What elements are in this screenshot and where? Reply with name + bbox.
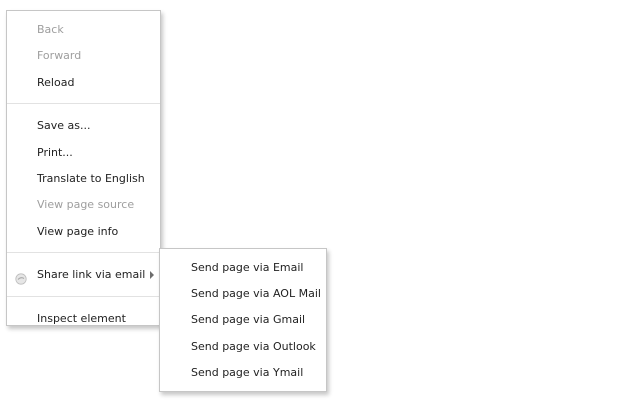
submenu-item-gmail[interactable]: Send page via Gmail (160, 307, 326, 333)
menu-separator (7, 252, 160, 254)
screen: Back Forward Reload Save as... Print... … (0, 0, 640, 400)
share-email-icon (15, 269, 27, 285)
menu-item-reload[interactable]: Reload (7, 70, 160, 96)
menu-item-translate[interactable]: Translate to English (7, 166, 160, 192)
menu-item-view-page-source[interactable]: View page source (7, 192, 160, 218)
menu-item-share-link-via-email[interactable]: Share link via email (7, 262, 160, 288)
menu-group-navigation: Back Forward Reload (7, 11, 160, 100)
menu-group-share: Share link via email (7, 256, 160, 292)
context-menu: Back Forward Reload Save as... Print... … (6, 10, 161, 326)
menu-item-forward[interactable]: Forward (7, 43, 160, 69)
share-submenu: Send page via Email Send page via AOL Ma… (159, 248, 327, 392)
submenu-arrow-icon (150, 271, 154, 280)
submenu-item-email[interactable]: Send page via Email (160, 255, 326, 281)
menu-item-back[interactable]: Back (7, 17, 160, 43)
menu-item-save-as[interactable]: Save as... (7, 113, 160, 139)
menu-separator (7, 103, 160, 105)
menu-item-inspect-element[interactable]: Inspect element (7, 306, 160, 332)
menu-group-developer: Inspect element (7, 300, 160, 336)
submenu-item-outlook[interactable]: Send page via Outlook (160, 334, 326, 360)
menu-separator (7, 295, 160, 297)
submenu-item-aol-mail[interactable]: Send page via AOL Mail (160, 281, 326, 307)
menu-item-label: Share link via email (37, 268, 146, 282)
menu-item-print[interactable]: Print... (7, 140, 160, 166)
submenu-item-ymail[interactable]: Send page via Ymail (160, 360, 326, 386)
menu-item-view-page-info[interactable]: View page info (7, 219, 160, 245)
menu-group-page: Save as... Print... Translate to English… (7, 107, 160, 249)
